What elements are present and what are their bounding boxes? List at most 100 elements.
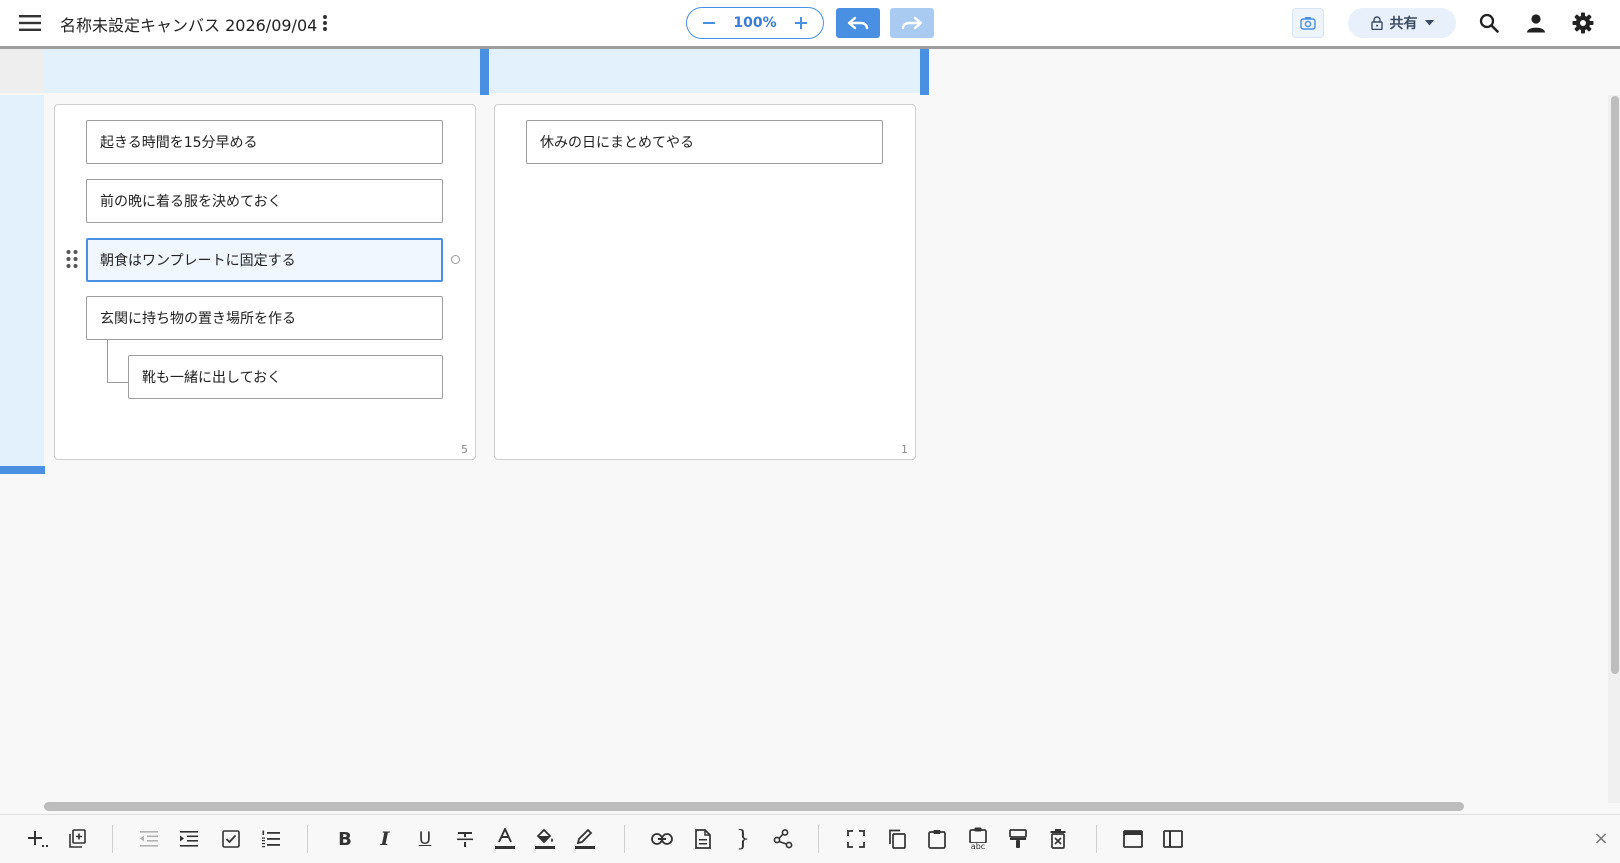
text-color-icon	[495, 828, 515, 849]
row-resize-handle-1[interactable]	[0, 466, 45, 474]
window-button[interactable]	[1119, 825, 1147, 853]
user-icon	[1527, 14, 1545, 33]
paste-text-icon	[969, 827, 987, 843]
brace-button[interactable]: }	[729, 825, 757, 853]
link-button[interactable]	[648, 825, 676, 853]
plus-icon	[794, 17, 807, 29]
zoom-in-button[interactable]	[789, 11, 813, 35]
more-options-button[interactable]	[314, 8, 336, 38]
minus-icon	[703, 22, 715, 24]
numbered-list-button[interactable]	[257, 825, 285, 853]
vertical-scroll-thumb[interactable]	[1611, 96, 1619, 674]
format-painter-icon	[1009, 829, 1027, 848]
column-resize-handle-2[interactable]	[920, 49, 929, 95]
bold-button[interactable]: B	[331, 825, 359, 853]
card[interactable]: 起きる時間を15分早める	[86, 120, 443, 164]
card-count: 5	[461, 443, 468, 456]
paste-button[interactable]	[923, 825, 951, 853]
delete-button[interactable]	[1044, 825, 1072, 853]
copy-icon	[889, 829, 906, 849]
kebab-icon	[323, 15, 327, 31]
selected-card[interactable]: 朝食はワンプレートに固定する	[86, 238, 443, 282]
strikethrough-button[interactable]	[451, 825, 479, 853]
window-icon	[1123, 830, 1143, 848]
child-connector-line	[107, 340, 129, 383]
lock-icon	[1370, 16, 1383, 30]
menu-button[interactable]	[16, 8, 44, 38]
duplicate-card-icon	[69, 829, 86, 848]
italic-button[interactable]: I	[371, 825, 399, 853]
column-header-2[interactable]	[490, 49, 920, 93]
column-header-1[interactable]	[44, 49, 480, 93]
snapshot-button[interactable]	[1292, 8, 1324, 38]
fullscreen-icon	[847, 830, 865, 848]
search-button[interactable]	[1474, 8, 1504, 38]
drag-handle-icon[interactable]	[65, 249, 79, 269]
highlighter-button[interactable]	[571, 825, 599, 853]
bottom-toolbar: B I U } abc ×	[0, 814, 1620, 863]
format-painter-button[interactable]	[1004, 825, 1032, 853]
numbered-list-icon	[262, 830, 280, 848]
zoom-out-button[interactable]	[697, 11, 721, 35]
gear-icon	[1572, 12, 1594, 34]
connect-button[interactable]	[769, 825, 797, 853]
add-card-button[interactable]	[24, 825, 52, 853]
underline-icon: U	[418, 829, 432, 849]
underline-button[interactable]: U	[411, 825, 439, 853]
row-header-1[interactable]	[0, 95, 44, 467]
canvas-title[interactable]: 名称未設定キャンバス 2026/09/04	[60, 12, 317, 36]
child-card[interactable]: 靴も一緒に出しておく	[128, 355, 443, 399]
column-2: 休みの日にまとめてやる 1	[494, 104, 916, 460]
redo-icon	[901, 16, 923, 30]
sidebar-button[interactable]	[1159, 825, 1187, 853]
highlighter-icon	[575, 828, 595, 849]
account-button[interactable]	[1521, 8, 1551, 38]
zoom-control: 100%	[686, 7, 824, 39]
search-icon	[1479, 13, 1499, 33]
text-color-button[interactable]	[491, 825, 519, 853]
undo-button[interactable]	[836, 8, 880, 38]
fullscreen-button[interactable]	[842, 825, 870, 853]
top-bar: 名称未設定キャンバス 2026/09/04 100% 共有	[0, 0, 1620, 49]
duplicate-card-button[interactable]	[63, 825, 91, 853]
paste-text-label: abc	[970, 842, 986, 851]
close-toolbar-button[interactable]: ×	[1590, 827, 1612, 849]
column-1: 起きる時間を15分早める 前の晩に着る服を決めておく 朝食はワンプレートに固定す…	[54, 104, 476, 460]
redo-button[interactable]	[890, 8, 934, 38]
checkbox-icon	[222, 830, 240, 848]
canvas-corner	[0, 49, 44, 93]
bold-icon: B	[338, 828, 352, 850]
italic-icon: I	[380, 828, 390, 850]
brace-icon: }	[736, 826, 750, 852]
add-card-icon	[28, 831, 48, 847]
indent-button[interactable]	[175, 825, 203, 853]
share-label: 共有	[1389, 16, 1418, 32]
settings-button[interactable]	[1568, 8, 1598, 38]
sidebar-icon	[1163, 830, 1183, 848]
delete-icon	[1050, 829, 1066, 849]
checkbox-button[interactable]	[217, 825, 245, 853]
card-count: 1	[901, 443, 908, 456]
connector-handle[interactable]	[451, 255, 460, 264]
zoom-level[interactable]: 100%	[733, 15, 776, 31]
outdent-button[interactable]	[135, 825, 163, 853]
fill-color-button[interactable]	[531, 825, 559, 853]
outdent-icon	[140, 831, 158, 847]
column-resize-handle-1[interactable]	[480, 49, 489, 95]
connect-icon	[773, 829, 793, 849]
strikethrough-icon	[457, 832, 473, 847]
camera-icon	[1300, 17, 1316, 30]
horizontal-scroll-thumb[interactable]	[44, 802, 1464, 811]
card[interactable]: 前の晩に着る服を決めておく	[86, 179, 443, 223]
paste-text-button[interactable]: abc	[964, 825, 992, 853]
hamburger-icon	[19, 15, 41, 31]
fill-color-icon	[535, 828, 555, 849]
share-button[interactable]: 共有	[1348, 8, 1456, 38]
undo-icon	[847, 16, 869, 30]
link-icon	[651, 833, 673, 845]
card[interactable]: 玄関に持ち物の置き場所を作る	[86, 296, 443, 340]
note-button[interactable]	[689, 825, 717, 853]
card[interactable]: 休みの日にまとめてやる	[526, 120, 883, 164]
indent-icon	[180, 831, 198, 847]
copy-button[interactable]	[883, 825, 911, 853]
